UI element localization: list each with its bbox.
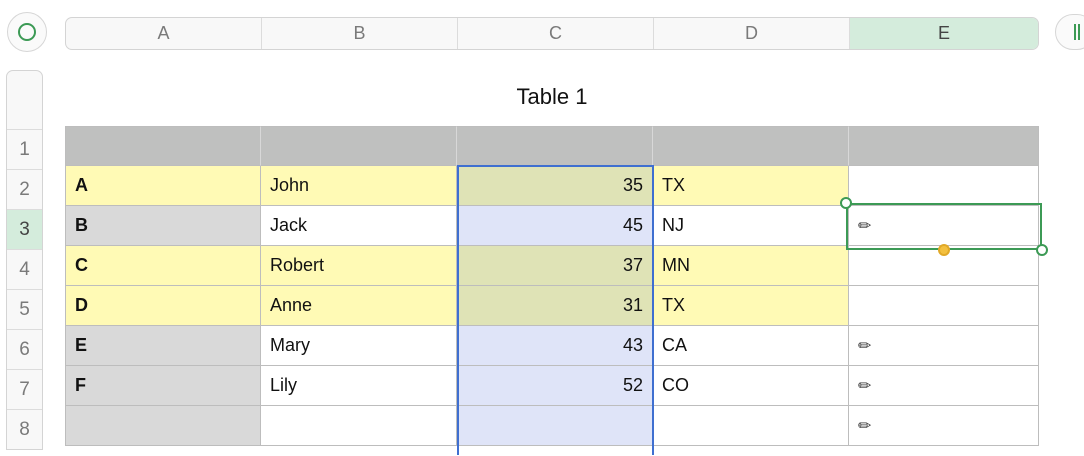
- row-header-7[interactable]: 7: [7, 369, 42, 409]
- row-header-3[interactable]: 3: [7, 209, 42, 249]
- pause-bars-icon: [1074, 24, 1080, 40]
- cell-d6[interactable]: CA: [653, 326, 849, 366]
- cell-a4[interactable]: C: [65, 246, 261, 286]
- cell-e8[interactable]: ✏: [849, 406, 1039, 446]
- cell-a7[interactable]: F: [65, 366, 261, 406]
- cell-d2[interactable]: TX: [653, 166, 849, 206]
- cell-b4[interactable]: Robert: [261, 246, 457, 286]
- cell-d7[interactable]: CO: [653, 366, 849, 406]
- cell-c5[interactable]: 31: [457, 286, 653, 326]
- column-header-a[interactable]: A: [66, 18, 262, 49]
- cell-c7[interactable]: 52: [457, 366, 653, 406]
- cell-d4[interactable]: MN: [653, 246, 849, 286]
- table-row: B Jack 45 NJ ✏: [65, 206, 1039, 246]
- cell-a3[interactable]: B: [65, 206, 261, 246]
- table-row: ✏: [65, 406, 1039, 446]
- column-header-e[interactable]: E: [850, 18, 1038, 49]
- cell-c8[interactable]: [457, 406, 653, 446]
- table-row: C Robert 37 MN: [65, 246, 1039, 286]
- row-header-5[interactable]: 5: [7, 289, 42, 329]
- cell-a8[interactable]: [65, 406, 261, 446]
- cell-d5[interactable]: TX: [653, 286, 849, 326]
- cell-e2[interactable]: [849, 166, 1039, 206]
- row-header-1[interactable]: 1: [7, 129, 42, 169]
- freeze-columns-handle[interactable]: [1055, 14, 1084, 50]
- row-header-8[interactable]: 8: [7, 409, 42, 449]
- cell-b7[interactable]: Lily: [261, 366, 457, 406]
- row-header-2[interactable]: 2: [7, 169, 42, 209]
- column-header-d[interactable]: D: [654, 18, 850, 49]
- cell-e4[interactable]: [849, 246, 1039, 286]
- table-row: D Anne 31 TX: [65, 286, 1039, 326]
- cell-d1[interactable]: [653, 126, 849, 166]
- cell-b5[interactable]: Anne: [261, 286, 457, 326]
- table-row: [65, 126, 1039, 166]
- cell-e7[interactable]: ✏: [849, 366, 1039, 406]
- cell-b6[interactable]: Mary: [261, 326, 457, 366]
- cell-c1[interactable]: [457, 126, 653, 166]
- cell-c3[interactable]: 45: [457, 206, 653, 246]
- cell-c6[interactable]: 43: [457, 326, 653, 366]
- table-row: A John 35 TX: [65, 166, 1039, 206]
- cell-e1[interactable]: [849, 126, 1039, 166]
- cell-c4[interactable]: 37: [457, 246, 653, 286]
- cell-b2[interactable]: John: [261, 166, 457, 206]
- pencil-icon: ✏: [858, 417, 872, 435]
- cell-b8[interactable]: [261, 406, 457, 446]
- cell-e6[interactable]: ✏: [849, 326, 1039, 366]
- cell-b3[interactable]: Jack: [261, 206, 457, 246]
- cell-e3[interactable]: ✏: [849, 206, 1039, 246]
- row-header-bar: 1 2 3 4 5 6 7 8: [6, 70, 43, 450]
- table-title[interactable]: Table 1: [65, 84, 1039, 110]
- pencil-icon: ✏: [858, 337, 872, 355]
- cell-a5[interactable]: D: [65, 286, 261, 326]
- cell-d8[interactable]: [653, 406, 849, 446]
- cell-d3[interactable]: NJ: [653, 206, 849, 246]
- pencil-icon: ✏: [858, 217, 872, 235]
- table-grid: A John 35 TX B Jack 45 NJ ✏ C Robert 37 …: [65, 126, 1039, 456]
- column-header-bar: A B C D E: [65, 17, 1039, 50]
- cell-a1[interactable]: [65, 126, 261, 166]
- row-header-4[interactable]: 4: [7, 249, 42, 289]
- cell-a2[interactable]: A: [65, 166, 261, 206]
- cell-a6[interactable]: E: [65, 326, 261, 366]
- cell-c2[interactable]: 35: [457, 166, 653, 206]
- circle-icon: [18, 23, 36, 41]
- cell-e5[interactable]: [849, 286, 1039, 326]
- row-header-6[interactable]: 6: [7, 329, 42, 369]
- table-row: E Mary 43 CA ✏: [65, 326, 1039, 366]
- pencil-icon: ✏: [858, 377, 872, 395]
- select-all-button[interactable]: [7, 12, 47, 52]
- column-header-b[interactable]: B: [262, 18, 458, 49]
- table-row: F Lily 52 CO ✏: [65, 366, 1039, 406]
- cell-b1[interactable]: [261, 126, 457, 166]
- column-header-c[interactable]: C: [458, 18, 654, 49]
